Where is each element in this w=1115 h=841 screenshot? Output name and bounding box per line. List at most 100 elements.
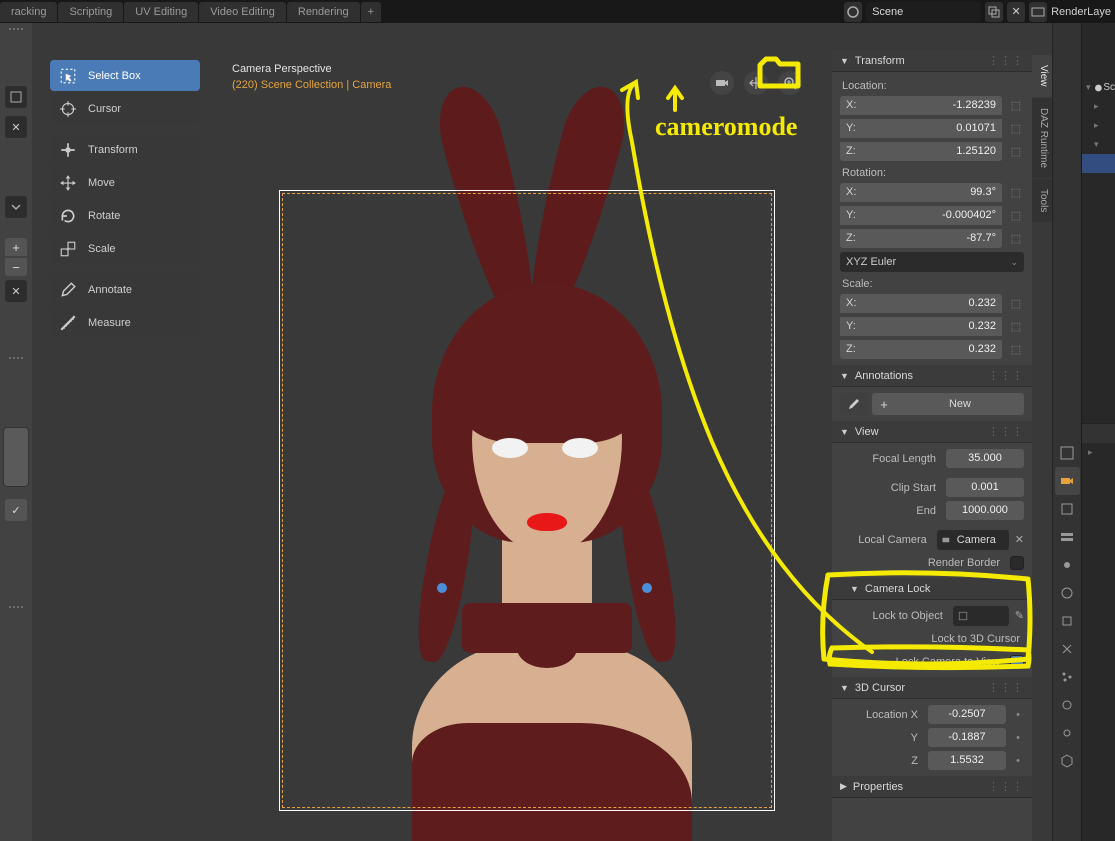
camera-lock-panel-header[interactable]: ▼ Camera Lock: [832, 578, 1032, 600]
drag-handle-icon[interactable]: [9, 28, 23, 38]
rotation-x-field[interactable]: X:99.3°: [840, 183, 1002, 202]
dot-icon[interactable]: •: [1012, 732, 1024, 744]
scene-delete-icon[interactable]: ✕: [1007, 2, 1025, 22]
tool-transform[interactable]: Transform: [50, 134, 200, 165]
tool-scale[interactable]: Scale: [50, 233, 200, 264]
tool-select-box[interactable]: Select Box: [50, 60, 200, 91]
local-camera-field[interactable]: Camera: [937, 530, 1009, 550]
scene-tab-icon[interactable]: [1055, 551, 1080, 579]
render-border-checkbox[interactable]: [1010, 556, 1024, 570]
drag-handle-icon[interactable]: [9, 357, 23, 367]
properties-panel-header[interactable]: ▶ Properties ⋮⋮⋮: [832, 776, 1032, 798]
world-tab-icon[interactable]: [1055, 579, 1080, 607]
outliner-row[interactable]: ▸: [1082, 443, 1115, 462]
outliner-row[interactable]: ▸: [1082, 97, 1115, 116]
tab-uvediting[interactable]: UV Editing: [124, 2, 198, 22]
tool-rotate[interactable]: Rotate: [50, 200, 200, 231]
outliner-row[interactable]: ▸: [1082, 116, 1115, 135]
scale-x-field[interactable]: X:0.232: [840, 294, 1002, 313]
lock-icon[interactable]: ⬚: [1008, 319, 1024, 335]
cursor-y-field[interactable]: -0.1887: [928, 728, 1006, 747]
scale-y-field[interactable]: Y:0.232: [840, 317, 1002, 336]
tab-scripting[interactable]: Scripting: [58, 2, 123, 22]
location-y-field[interactable]: Y:0.01071: [840, 119, 1002, 138]
lock-icon[interactable]: ⬚: [1008, 208, 1024, 224]
grip-icon[interactable]: ⋮⋮⋮: [988, 681, 1024, 694]
zoom-in-button[interactable]: +: [5, 238, 27, 256]
focal-length-field[interactable]: 35.000: [946, 449, 1024, 468]
tool-annotate[interactable]: Annotate: [50, 274, 200, 305]
lock-to-object-field[interactable]: [953, 606, 1009, 626]
scale-z-field[interactable]: Z:0.232: [840, 340, 1002, 359]
modifier-tab-icon[interactable]: [1055, 635, 1080, 663]
lock-icon[interactable]: ⬚: [1008, 121, 1024, 137]
lock-icon[interactable]: ⬚: [1008, 296, 1024, 312]
rotation-y-field[interactable]: Y:-0.000402°: [840, 206, 1002, 225]
constraint-tab-icon[interactable]: [1055, 719, 1080, 747]
scene-name-field[interactable]: Scene: [866, 2, 981, 22]
toolbox: Select BoxCursor TransformMoveRotateScale…: [50, 60, 200, 338]
render-tab-icon[interactable]: [1055, 467, 1080, 495]
side-tab-tools[interactable]: Tools: [1032, 179, 1052, 222]
pencil-icon[interactable]: [840, 393, 868, 415]
outliner-row-selected[interactable]: [1082, 154, 1115, 173]
grip-icon[interactable]: ⋮⋮⋮: [988, 780, 1024, 793]
editor-type-icon[interactable]: [1055, 439, 1080, 467]
side-tab-view[interactable]: View: [1032, 55, 1052, 97]
cursor-x-field[interactable]: -0.2507: [928, 705, 1006, 724]
lock-icon[interactable]: ⬚: [1008, 342, 1024, 358]
scene-copy-icon[interactable]: [985, 2, 1003, 22]
tab-rendering[interactable]: Rendering: [287, 2, 360, 22]
tab-tracking[interactable]: racking: [0, 2, 57, 22]
grip-icon[interactable]: ⋮⋮⋮: [988, 425, 1024, 438]
tool-move[interactable]: Move: [50, 167, 200, 198]
view-panel-header[interactable]: ▼ View ⋮⋮⋮: [832, 421, 1032, 443]
lock-camera-to-view-checkbox[interactable]: [1010, 655, 1024, 669]
check-button[interactable]: ✓: [5, 499, 27, 521]
lock-icon[interactable]: ⬚: [1008, 144, 1024, 160]
output-tab-icon[interactable]: [1055, 495, 1080, 523]
cursor-panel-header[interactable]: ▼ 3D Cursor ⋮⋮⋮: [832, 677, 1032, 699]
dot-icon[interactable]: •: [1012, 755, 1024, 767]
lock-icon[interactable]: ⬚: [1008, 185, 1024, 201]
outliner-row[interactable]: ▾Sc: [1082, 78, 1115, 97]
tool-cursor[interactable]: Cursor: [50, 93, 200, 124]
drag-handle-icon[interactable]: [9, 606, 23, 616]
grip-icon[interactable]: ⋮⋮⋮: [988, 369, 1024, 382]
chevron-right-icon: ▶: [840, 781, 847, 792]
grip-icon[interactable]: ⋮⋮⋮: [988, 54, 1024, 67]
scene-browse-icon[interactable]: [844, 2, 862, 22]
annotations-panel-header[interactable]: ▼ Annotations ⋮⋮⋮: [832, 365, 1032, 387]
toolbar-popover-icon[interactable]: [5, 86, 27, 108]
tab-add[interactable]: +: [361, 2, 381, 22]
eyedropper-icon[interactable]: ✎: [1015, 609, 1024, 622]
clear-icon[interactable]: ✕: [1015, 533, 1024, 546]
clip-end-field[interactable]: 1000.000: [946, 501, 1024, 520]
side-tab-daz[interactable]: DAZ Runtime: [1032, 98, 1052, 178]
close-button[interactable]: ✕: [5, 280, 27, 302]
toolbar-close-icon[interactable]: ✕: [5, 116, 27, 138]
cursor-z-field[interactable]: 1.5532: [928, 751, 1006, 770]
dot-icon[interactable]: •: [1012, 709, 1024, 721]
rotation-mode-dropdown[interactable]: XYZ Euler⌄: [840, 252, 1024, 272]
rotation-z-field[interactable]: Z:-87.7°: [840, 229, 1002, 248]
zoom-view-icon[interactable]: [778, 71, 802, 95]
object-tab-icon[interactable]: [1055, 607, 1080, 635]
location-z-field[interactable]: Z:1.25120: [840, 142, 1002, 161]
data-tab-icon[interactable]: [1055, 747, 1080, 775]
transform-panel-header[interactable]: ▼ Transform ⋮⋮⋮: [832, 50, 1032, 72]
zoom-out-button[interactable]: −: [5, 258, 27, 276]
location-x-field[interactable]: X:-1.28239: [840, 96, 1002, 115]
tool-measure[interactable]: Measure: [50, 307, 200, 338]
viewlayer-tab-icon[interactable]: [1055, 523, 1080, 551]
dropdown-icon[interactable]: [5, 196, 27, 218]
clip-start-field[interactable]: 0.001: [946, 478, 1024, 497]
particles-tab-icon[interactable]: [1055, 663, 1080, 691]
new-annotation-button[interactable]: +New: [872, 393, 1024, 415]
lock-icon[interactable]: ⬚: [1008, 98, 1024, 114]
tab-videoediting[interactable]: Video Editing: [199, 2, 286, 22]
physics-tab-icon[interactable]: [1055, 691, 1080, 719]
lock-icon[interactable]: ⬚: [1008, 231, 1024, 247]
renderlayer-browse-icon[interactable]: [1029, 2, 1047, 22]
outliner-row[interactable]: ▾: [1082, 135, 1115, 154]
